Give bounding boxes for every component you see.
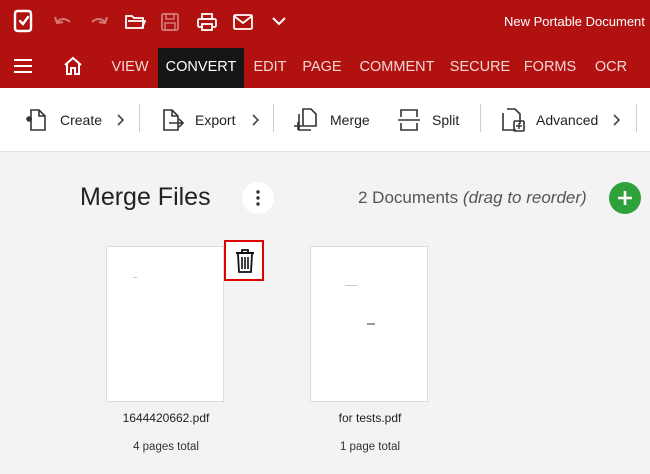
export-icon[interactable] — [159, 107, 185, 133]
file-page-count: 4 pages total — [133, 441, 199, 453]
create-document-icon[interactable] — [24, 107, 48, 133]
merge-icon[interactable] — [292, 106, 320, 134]
chevron-right-icon[interactable] — [250, 113, 260, 127]
chevron-right-icon[interactable] — [611, 113, 621, 127]
home-icon[interactable] — [62, 55, 84, 77]
document-count: 2 Documents (drag to reorder) — [358, 188, 587, 208]
chevron-down-icon[interactable] — [271, 15, 287, 27]
open-folder-icon[interactable] — [124, 12, 146, 32]
page-preview-mark — [345, 285, 357, 286]
toolbar-divider — [636, 104, 637, 132]
split-button[interactable]: Split — [432, 112, 459, 128]
file-name: 1644420662.pdf — [122, 411, 210, 425]
file-page-count: 1 page total — [339, 441, 401, 453]
advanced-convert-icon[interactable] — [499, 106, 527, 134]
split-icon[interactable] — [396, 107, 422, 133]
file-name: for tests.pdf — [338, 411, 402, 425]
merge-button[interactable]: Merge — [330, 112, 370, 128]
toolbar-divider — [273, 104, 274, 132]
add-file-button[interactable] — [609, 182, 641, 214]
tab-comment[interactable]: COMMENT — [352, 48, 442, 88]
app-logo-icon[interactable] — [12, 9, 34, 33]
create-button[interactable]: Create — [60, 112, 102, 128]
save-icon[interactable] — [160, 12, 180, 32]
tab-view[interactable]: VIEW — [104, 48, 156, 88]
file-thumbnail[interactable] — [106, 246, 224, 402]
more-options-button[interactable] — [242, 182, 274, 214]
undo-icon[interactable] — [52, 13, 74, 31]
email-icon[interactable] — [232, 13, 254, 31]
kebab-menu-icon — [256, 190, 260, 206]
advanced-button[interactable]: Advanced — [536, 112, 598, 128]
page-title: Merge Files — [80, 183, 211, 211]
tab-edit[interactable]: EDIT — [246, 48, 294, 88]
tab-convert[interactable]: CONVERT — [158, 48, 244, 88]
page-preview-mark — [133, 277, 137, 278]
tab-ocr[interactable]: OCR — [590, 48, 632, 88]
export-button[interactable]: Export — [195, 112, 235, 128]
redo-icon[interactable] — [88, 13, 110, 31]
toolbar-divider — [480, 104, 481, 132]
plus-icon — [618, 191, 632, 205]
tab-secure[interactable]: SECURE — [447, 48, 513, 88]
page-preview-mark — [367, 323, 375, 325]
tab-forms[interactable]: FORMS — [518, 48, 582, 88]
document-count-text: 2 Documents — [358, 188, 459, 207]
tab-page[interactable]: PAGE — [298, 48, 346, 88]
trash-icon — [236, 249, 254, 273]
toolbar-divider — [139, 104, 140, 132]
reorder-hint: (drag to reorder) — [462, 188, 587, 207]
print-icon[interactable] — [196, 12, 218, 32]
hamburger-icon[interactable] — [12, 57, 34, 75]
window-title: New Portable Document — [504, 14, 645, 29]
file-thumbnail[interactable] — [310, 246, 428, 402]
chevron-right-icon[interactable] — [115, 113, 125, 127]
delete-file-button[interactable] — [224, 240, 264, 281]
